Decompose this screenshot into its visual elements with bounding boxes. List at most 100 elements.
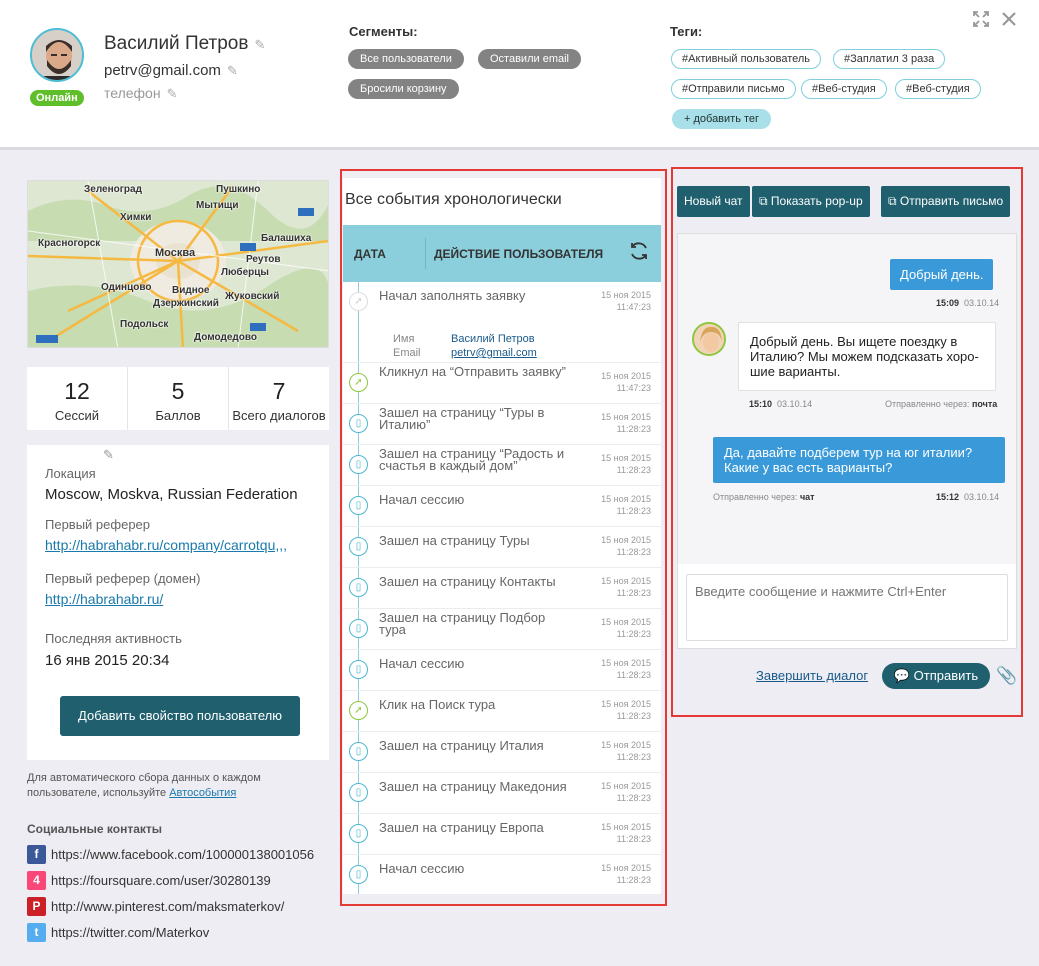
event-time: 11:28:23: [616, 629, 651, 639]
event-datetime: 15 ноя 2015 11:28:23: [601, 575, 651, 599]
event-date: 15 ноя 2015: [601, 658, 651, 668]
paperclip-icon[interactable]: 📎: [996, 666, 1017, 686]
segment-chip[interactable]: Все пользователи: [348, 49, 464, 69]
auto-events-note: Для автоматического сбора данных о каждо…: [27, 771, 307, 801]
event-datetime: 15 ноя 2015 11:28:23: [601, 739, 651, 763]
send-email-button[interactable]: ⧉ Отправить письмо: [881, 186, 1011, 217]
event-text: Начал сессию: [379, 492, 465, 507]
last-activity-value: 16 янв 2015 20:34: [45, 652, 170, 669]
add-property-button[interactable]: Добавить свойство пользователю: [60, 696, 300, 736]
event-row[interactable]: ▯ Зашел на страницу Европа 15 ноя 2015 11:2…: [343, 814, 661, 855]
message-outgoing: Да, давайте подберем тур на юг италии? К…: [713, 437, 1005, 483]
social-contact-foursquare[interactable]: 4 https://foursquare.com/user/30280139: [27, 870, 271, 890]
event-row[interactable]: ➚ Клик на Поиск тура 15 ноя 2015 11:28:23: [343, 691, 661, 732]
page-icon: ▯: [349, 783, 368, 802]
map-label: Одинцово: [101, 282, 152, 293]
event-row[interactable]: ▯ Зашел на страницу Контакты 15 ноя 2015 11…: [343, 568, 661, 609]
social-url[interactable]: https://foursquare.com/user/30280139: [51, 873, 271, 888]
referrer-link[interactable]: http://habrahabr.ru/company/carrotqu,,,: [45, 537, 320, 553]
page-icon: ▯: [349, 537, 368, 556]
event-row[interactable]: ▯ Зашел на страницу Италия 15 ноя 2015 11:2…: [343, 732, 661, 773]
event-time: 11:28:23: [616, 711, 651, 721]
tags-title: Теги:: [670, 24, 703, 39]
event-text: Начал заполнять заявку: [379, 288, 526, 303]
user-name-text: Василий Петров: [104, 33, 249, 54]
edit-phone-pencil-icon[interactable]: ✎: [167, 86, 178, 102]
events-title: Все события хронологически: [345, 191, 562, 208]
map-label: Москва: [155, 247, 196, 259]
column-action-header[interactable]: ДЕЙСТВИЕ ПОЛЬЗОВАТЕЛЯ: [434, 247, 603, 261]
event-row[interactable]: ▯ Зашел на страницу “Туры в Италию” 15 ноя…: [343, 404, 661, 445]
event-detail-row: Имя Василий Петров: [393, 332, 537, 346]
edit-name-pencil-icon[interactable]: ✎: [254, 37, 265, 53]
add-tag-button[interactable]: + добавить тег: [672, 109, 772, 129]
channel-label: Отправленно через:: [885, 399, 970, 409]
event-row[interactable]: ▯ Зашел на страницу Македония 15 ноя 2015 1…: [343, 773, 661, 814]
segment-chip[interactable]: Оставили email: [478, 49, 581, 69]
social-url[interactable]: http://www.pinterest.com/maksmaterkov/: [51, 899, 284, 914]
event-date: 15 ноя 2015: [601, 494, 651, 504]
edit-properties-pencil-icon[interactable]: ✎: [103, 447, 114, 463]
event-text: Зашел на страницу Македония: [379, 779, 567, 794]
new-chat-button[interactable]: Новый чат: [677, 186, 750, 217]
message-channel: Отправленно через: чат: [713, 492, 815, 502]
event-row[interactable]: ➚ Кликнул на “Отправить заявку” 15 ноя 201…: [343, 363, 661, 404]
event-text: Кликнул на “Отправить заявку”: [379, 364, 566, 379]
event-date: 15 ноя 2015: [601, 290, 651, 300]
tag-chip[interactable]: #Отправили письмо: [671, 79, 796, 99]
auto-events-link[interactable]: Автособытия: [169, 787, 236, 799]
event-date: 15 ноя 2015: [601, 740, 651, 750]
event-row[interactable]: ▯ Зашел на страницу Туры 15 ноя 2015 11:28:…: [343, 527, 661, 568]
send-button[interactable]: 💬 Отправить: [882, 663, 990, 689]
cursor-click-icon: ➚: [349, 373, 368, 392]
detail-value[interactable]: petrv@gmail.com: [451, 347, 537, 359]
social-contact-facebook[interactable]: f https://www.facebook.com/1000001380010…: [27, 844, 314, 864]
expand-icon[interactable]: [972, 10, 990, 34]
tag-chip[interactable]: #Веб-студия: [895, 79, 981, 99]
close-icon[interactable]: [1000, 10, 1018, 34]
social-url[interactable]: https://twitter.com/Materkov: [51, 925, 209, 940]
location-map[interactable]: Зеленоград Пушкино Мытищи Химки Красного…: [27, 180, 329, 348]
segment-chip[interactable]: Бросили корзину: [348, 79, 459, 99]
channel-value: почта: [971, 399, 998, 409]
message-meta: 15:12 03.10.14: [936, 492, 999, 502]
location-value: Moscow, Moskva, Russian Federation: [45, 486, 298, 503]
stat-sessions: 12 Сессий: [27, 367, 128, 430]
social-contacts-title: Социальные контакты: [27, 822, 163, 836]
column-date-header[interactable]: ДАТА: [354, 247, 386, 261]
event-row[interactable]: ▯ Зашел на страницу “Радость и счастья в …: [343, 445, 661, 486]
message-date: 03.10.14: [777, 399, 813, 409]
message-incoming: Добрый день. Вы ищете поездку в Италию? …: [738, 322, 996, 391]
event-row[interactable]: ▯ Начал сессию 15 ноя 2015 11:28:23: [343, 486, 661, 527]
event-text: Начал сессию: [379, 656, 465, 671]
event-time: 11:28:23: [616, 670, 651, 680]
stat-label: Всего диалогов: [232, 408, 326, 423]
social-contact-twitter[interactable]: t https://twitter.com/Materkov: [27, 922, 209, 942]
event-details: Имя Василий Петров Email petrv@gmail.com: [393, 332, 537, 360]
finish-dialog-link[interactable]: Завершить диалог: [756, 668, 868, 683]
event-text: Зашел на страницу Контакты: [379, 574, 556, 589]
social-url[interactable]: https://www.facebook.com/100000138001056: [51, 847, 314, 862]
event-row[interactable]: ▯ Зашел на страницу Подбор тура 15 ноя 201…: [343, 609, 661, 650]
event-row-expanded[interactable]: ➚ Начал заполнять заявку 15 ноя 2015 11:47:…: [343, 282, 661, 363]
refresh-icon[interactable]: [628, 240, 650, 268]
chat-message-input[interactable]: [686, 574, 1008, 641]
tag-chip[interactable]: #Активный пользователь: [671, 49, 822, 69]
event-row[interactable]: ▯ Начал сессию 15 ноя 2015 11:28:23: [343, 855, 661, 894]
message-meta: 15:09 03.10.14: [936, 298, 999, 308]
tag-chip[interactable]: #Заплатил 3 раза: [833, 49, 946, 69]
event-time: 11:47:23: [616, 383, 651, 393]
event-time: 11:28:23: [616, 588, 651, 598]
message-meta: 15:10 03.10.14: [749, 399, 812, 409]
user-email-text: petrv@gmail.com: [104, 62, 221, 79]
social-contact-pinterest[interactable]: P http://www.pinterest.com/maksmaterkov/: [27, 896, 284, 916]
page-icon: ▯: [349, 578, 368, 597]
edit-email-pencil-icon[interactable]: ✎: [227, 63, 238, 79]
event-datetime: 15 ноя 2015 11:28:23: [601, 452, 651, 476]
referrer-domain-link[interactable]: http://habrahabr.ru/: [45, 591, 320, 607]
event-row[interactable]: ▯ Начал сессию 15 ноя 2015 11:28:23: [343, 650, 661, 691]
show-popup-button[interactable]: ⧉ Показать pop-up: [752, 186, 870, 217]
tag-chip[interactable]: #Веб-студия: [801, 79, 887, 99]
popup-icon: ⧉: [759, 194, 768, 208]
event-date: 15 ноя 2015: [601, 863, 651, 873]
